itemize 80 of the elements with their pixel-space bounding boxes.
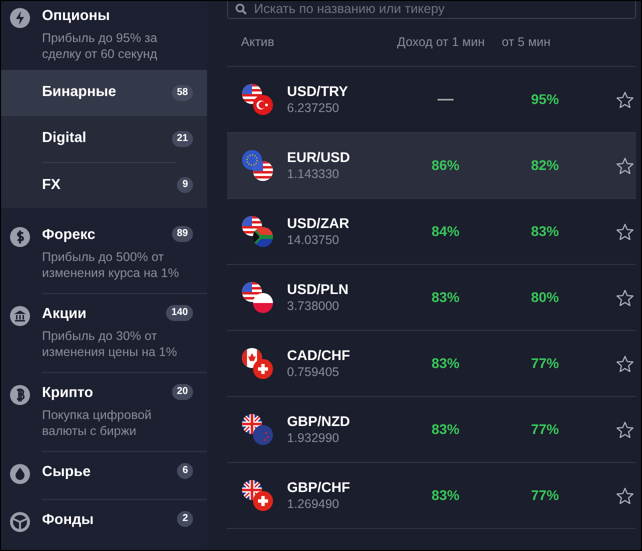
submenu-item[interactable]: Digital 21	[1, 116, 207, 162]
bitcoin-icon	[9, 384, 31, 406]
submenu-item[interactable]: FX 9	[1, 162, 207, 208]
search-field[interactable]: Искать по названию или тикеру	[227, 1, 636, 19]
category-description: Прибыль до 30% от изменения цены на 1%	[42, 328, 178, 361]
star-icon[interactable]	[616, 486, 634, 504]
asset-price: 1.932990	[287, 430, 340, 446]
currency-flags-icon	[242, 282, 274, 314]
star-icon[interactable]	[616, 354, 634, 372]
category-description: Покупка цифровой валюты с биржи	[42, 407, 152, 440]
lightning-icon	[9, 7, 31, 29]
payout-value: —	[438, 90, 454, 108]
asset-name: USD/PLN	[287, 280, 350, 298]
payout-value: 83%	[431, 420, 460, 436]
payout-value: 84%	[431, 222, 460, 238]
asset-row[interactable]: EUR/USD 1.143330 86% 82%	[227, 133, 636, 199]
asset-price: 6.237250	[287, 100, 340, 116]
asset-row[interactable]: GBP/CHF 1.269490 83% 77%	[227, 463, 636, 529]
star-icon[interactable]	[616, 90, 634, 108]
currency-flags-icon	[242, 84, 274, 116]
asset-price: 3.738000	[287, 298, 340, 314]
asset-price: 0.759405	[287, 364, 340, 380]
star-icon[interactable]	[616, 222, 634, 240]
currency-flags-icon	[242, 150, 274, 182]
star-icon[interactable]	[616, 420, 634, 438]
category-title[interactable]: Сырье	[42, 463, 91, 481]
count-badge: 140	[166, 305, 193, 321]
count-badge: 20	[172, 384, 193, 400]
count-badge: 9	[177, 177, 193, 193]
cube-icon	[9, 511, 31, 533]
payout-value: 80%	[530, 288, 559, 304]
asset-price: 1.143330	[287, 166, 340, 182]
payout-value: 86%	[431, 156, 460, 172]
dollar-icon	[9, 226, 31, 248]
category-description: Прибыль до 500% от изменения курса на 1%	[42, 249, 180, 282]
payout-value: 82%	[530, 156, 559, 172]
star-icon[interactable]	[616, 156, 634, 174]
star-icon[interactable]	[616, 288, 634, 306]
search-icon	[235, 3, 247, 15]
currency-flags-icon	[242, 480, 274, 512]
column-header: Доход от 1 мин	[397, 35, 485, 50]
payout-value: 77%	[530, 354, 559, 370]
category-title[interactable]: Крипто	[42, 384, 94, 402]
submenu-item[interactable]: Бинарные 58	[1, 70, 207, 116]
asset-row[interactable]: USD/PLN 3.738000 83% 80%	[227, 265, 636, 331]
count-badge: 21	[172, 131, 193, 147]
asset-name: EUR/USD	[287, 148, 352, 166]
asset-price: 1.269490	[287, 496, 340, 512]
category-title[interactable]: Фонды	[42, 511, 94, 529]
category-title[interactable]: Опционы	[42, 7, 110, 25]
asset-name: GBP/NZD	[287, 412, 351, 430]
payout-value: 83%	[431, 288, 460, 304]
currency-flags-icon	[242, 348, 274, 380]
category-description: Прибыль до 95% за сделку от 60 секунд	[42, 30, 158, 63]
asset-name: USD/TRY	[287, 82, 349, 100]
count-badge: 89	[172, 226, 193, 242]
asset-row[interactable]: GBP/NZD 1.932990 83% 77%	[227, 397, 636, 463]
payout-value: 83%	[431, 486, 460, 502]
category-title[interactable]: Форекс	[42, 226, 96, 244]
asset-name: CAD/CHF	[287, 346, 351, 364]
drop-icon	[9, 463, 31, 485]
payout-value: 83%	[431, 354, 460, 370]
column-header: Актив	[240, 34, 276, 52]
bank-icon	[9, 305, 31, 327]
payout-value: 95%	[530, 90, 559, 106]
asset-price: 14.03750	[287, 232, 340, 248]
payout-value: 77%	[530, 420, 559, 436]
asset-row[interactable]: USD/ZAR 14.03750 84% 83%	[227, 199, 636, 265]
payout-value: 83%	[530, 222, 559, 238]
count-badge: 2	[177, 511, 193, 527]
column-header: от 5 мин	[502, 34, 551, 52]
payout-value: 77%	[530, 486, 559, 502]
currency-flags-icon	[242, 414, 274, 446]
count-badge: 58	[172, 85, 193, 101]
count-badge: 6	[177, 463, 193, 479]
currency-flags-icon	[242, 216, 274, 248]
asset-name: GBP/CHF	[287, 478, 351, 496]
asset-row[interactable]: CAD/CHF 0.759405 83% 77%	[227, 331, 636, 397]
asset-name: USD/ZAR	[287, 214, 350, 232]
category-title[interactable]: Акции	[42, 305, 86, 323]
